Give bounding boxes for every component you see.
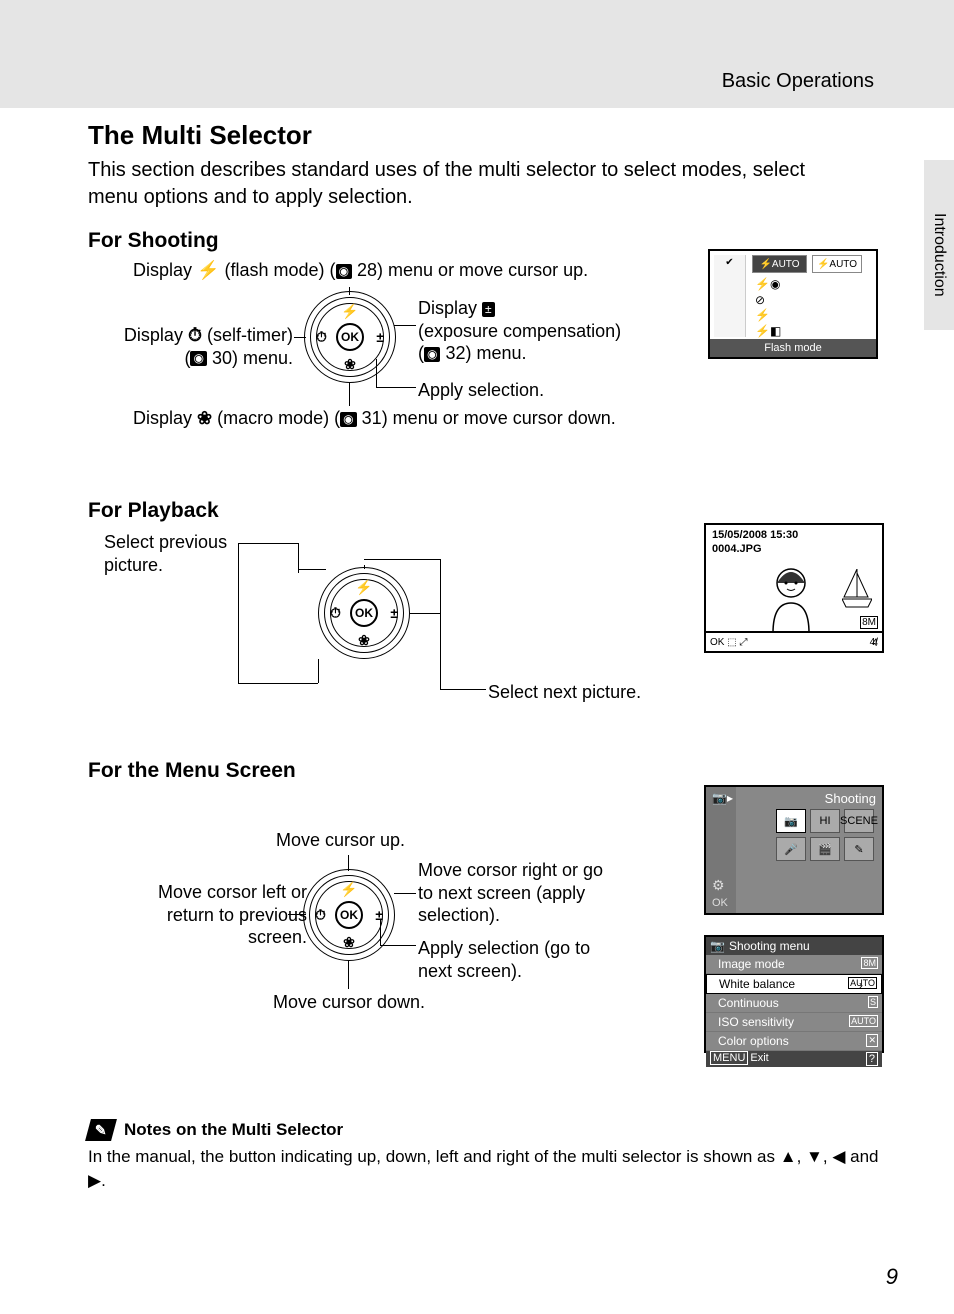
mode-cell: SCENE: [844, 809, 874, 833]
gear-icon: ⚙: [712, 877, 725, 894]
flash-icon: ⚡: [340, 881, 357, 898]
camera-icon: 📷▸: [712, 791, 733, 805]
multi-selector-diagram: OK ⚡ ❀ ⏱ ±: [318, 567, 410, 659]
page-title: The Multi Selector: [88, 120, 884, 151]
mode-cell: HI: [810, 809, 840, 833]
self-timer-icon: ⏱: [316, 329, 327, 346]
flash-mode-footer: Flash mode: [710, 339, 876, 357]
page-number: 9: [886, 1264, 898, 1290]
shooting-up-label: Display ⚡ (flash mode) (◉ 28) menu or mo…: [133, 259, 588, 282]
pageref-icon: ◉: [336, 264, 352, 279]
section-menu: For the Menu Screen Move cursor up. Move…: [88, 759, 884, 1059]
multi-selector-diagram: OK ⚡ ❀ ⏱ ±: [303, 869, 395, 961]
exposure-comp-icon: ±: [482, 302, 495, 317]
shooting-down-label: Display ❀ (macro mode) (◉ 31) menu or mo…: [133, 407, 616, 430]
playback-next-label: Select next picture.: [488, 681, 641, 704]
exposure-comp-icon: ±: [376, 329, 384, 345]
playback-filename: 0004.JPG: [712, 543, 762, 555]
menu-up-label: Move cursor up.: [276, 829, 405, 852]
macro-icon: ❀: [358, 632, 370, 649]
shooting-menu-title: Shooting menu: [729, 939, 810, 953]
macro-icon: ❀: [344, 356, 356, 373]
camera-icon: 📷: [710, 939, 725, 953]
sailboat-icon: [842, 569, 872, 609]
mode-cell: 📷: [776, 809, 806, 833]
menu-row: ISO sensitivityAUTO: [706, 1013, 882, 1032]
mode-cell: 🎬: [810, 837, 840, 861]
playback-bottom-icons: OK ⬚ ⤢: [710, 637, 747, 648]
notes-text: In the manual, the button indicating up,…: [88, 1145, 884, 1193]
menu-badge: MENU: [710, 1051, 748, 1065]
mode-grid: 📷 HI SCENE 🎤 🎬 ✎: [776, 809, 874, 861]
flash-mode-screen: ✔ ⚡AUTO ⚡AUTO ⚡◉⊘⚡⚡◧ Flash mode: [708, 249, 878, 359]
side-tab-introduction: Introduction: [924, 160, 954, 330]
right-triangle-icon: ▶: [88, 1169, 101, 1193]
menu-row: ContinuousS: [706, 994, 882, 1013]
macro-icon: ❀: [343, 934, 355, 951]
notes-section: ✎ Notes on the Multi Selector In the man…: [88, 1119, 884, 1193]
playback-timestamp: 15/05/2008 15:30: [712, 529, 798, 541]
menu-row: Color options✕: [706, 1032, 882, 1051]
heading-menu: For the Menu Screen: [88, 759, 884, 783]
person-illustration: [761, 563, 821, 633]
mode-cell: ✎: [844, 837, 874, 861]
heading-playback: For Playback: [88, 499, 884, 523]
self-timer-icon: ⏱: [330, 605, 341, 622]
pageref-icon: ◉: [424, 347, 440, 362]
pageref-icon: ◉: [340, 412, 356, 427]
self-timer-icon: ⏱: [315, 907, 326, 924]
menu-row-selected: White balance›AUTO: [706, 974, 882, 994]
section-playback: For Playback Select previous picture. Se…: [88, 499, 884, 719]
mode-cell: 🎤: [776, 837, 806, 861]
menu-row: Image mode8M: [706, 955, 882, 974]
pageref-icon: ◉: [190, 351, 206, 366]
playback-prev-label: Select previous picture.: [104, 531, 254, 576]
menu-left-label: Move corsor left or return to previous s…: [132, 881, 307, 949]
menu-ok-label: Apply selection (go to next screen).: [418, 937, 618, 982]
flash-icon: ⚡: [355, 579, 372, 596]
ok-button-icon: OK: [350, 599, 378, 627]
flash-auto-tab: ⚡AUTO: [812, 255, 862, 273]
ok-button-icon: OK: [336, 323, 364, 351]
shooting-ok-label: Apply selection.: [418, 379, 544, 402]
note-icon: ✎: [85, 1119, 117, 1141]
shooting-menu-screen: 📷 Shooting menu Image mode8M White balanc…: [704, 935, 884, 1053]
self-timer-icon: ⏱: [188, 325, 202, 345]
menu-right-label: Move corsor right or go to next screen (…: [418, 859, 618, 927]
flash-options-icons: ⚡◉⊘⚡⚡◧: [755, 277, 781, 339]
mode-select-screen: ⚙ 📷▸ Shooting 📷 HI SCENE 🎤 🎬 ✎ OK: [704, 785, 884, 915]
notes-heading: Notes on the Multi Selector: [124, 1120, 343, 1140]
breadcrumb: Basic Operations: [722, 70, 874, 93]
shooting-left-label: Display ⏱ (self-timer) (◉ 30) menu.: [88, 324, 293, 369]
menu-down-label: Move cursor down.: [273, 991, 425, 1014]
shooting-right-label: Display ± (exposure compensation) (◉ 32)…: [418, 297, 638, 365]
multi-selector-diagram: OK ⚡ ❀ ⏱ ±: [304, 291, 396, 383]
left-triangle-icon: ◀: [832, 1145, 845, 1169]
image-size-badge: 8M: [860, 616, 878, 629]
flash-icon: ⚡: [197, 260, 219, 280]
exposure-comp-icon: ±: [390, 605, 398, 621]
intro-text: This section describes standard uses of …: [88, 157, 848, 211]
flash-icon: ⚡: [341, 303, 358, 320]
up-triangle-icon: ▲: [780, 1145, 797, 1169]
playback-total: 4: [872, 637, 878, 649]
ok-button-icon: OK: [335, 901, 363, 929]
mode-select-title: Shooting: [825, 791, 876, 806]
down-triangle-icon: ▼: [806, 1145, 823, 1169]
help-icon: ?: [866, 1052, 878, 1066]
playback-screen: 15/05/2008 15:30 0004.JPG OK ⬚ ⤢ 4/: [704, 523, 884, 653]
ok-badge: OK: [712, 897, 728, 909]
flash-auto-tab-selected: ⚡AUTO: [752, 255, 807, 273]
section-shooting: For Shooting Display ⚡ (flash mode) (◉ 2…: [88, 229, 884, 459]
macro-icon: ❀: [197, 408, 212, 428]
check-icon: ✔: [725, 257, 733, 268]
